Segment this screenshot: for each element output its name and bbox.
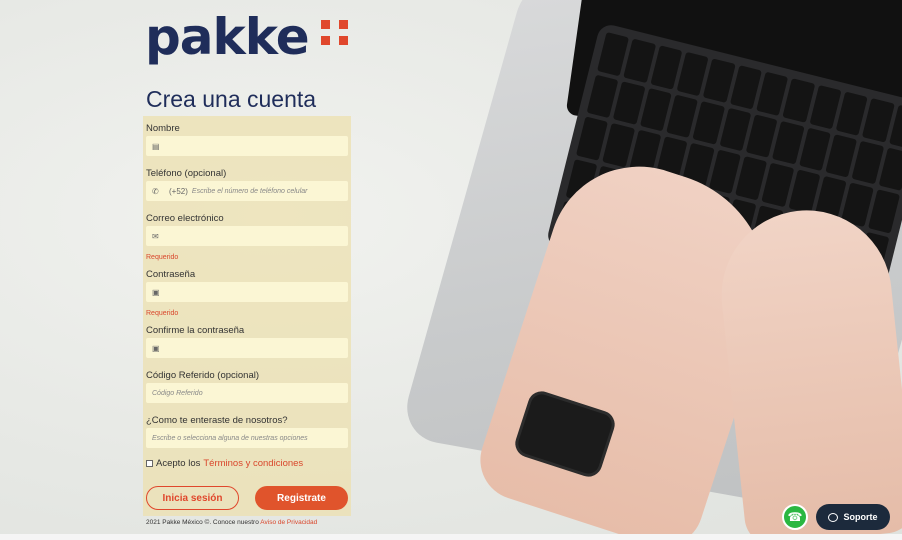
phone-field[interactable]: ✆ (+52) Escribe el número de teléfono ce… (146, 181, 348, 201)
page-bottom-strip (0, 534, 902, 540)
referral-placeholder: Código Referido (152, 389, 203, 397)
privacy-link[interactable]: Aviso de Privacidad (260, 519, 317, 526)
terms-text: Acepto los (156, 458, 201, 469)
referral-field[interactable]: Código Referido (146, 383, 348, 403)
logo-mark-icon (321, 20, 349, 48)
source-label: ¿Como te enteraste de nosotros? (146, 415, 288, 426)
whatsapp-icon[interactable]: ☎ (782, 504, 808, 530)
id-card-icon: ▤ (152, 141, 160, 151)
terms-checkbox[interactable] (146, 460, 153, 467)
phone-placeholder: Escribe el número de teléfono celular (191, 187, 308, 195)
phone-icon: ✆ (152, 186, 159, 196)
phone-label: Teléfono (opcional) (146, 168, 227, 179)
terms-row: Acepto los Términos y condiciones (146, 458, 303, 469)
pakke-logo: pakke (145, 8, 310, 66)
password-label: Contraseña (146, 269, 196, 280)
footer: 2021 Pakke México ©. Conoce nuestro Avis… (146, 519, 317, 526)
envelope-icon: ✉ (152, 231, 159, 241)
name-field[interactable]: ▤ (146, 136, 348, 156)
register-button[interactable]: Registrate (255, 486, 348, 510)
lock-icon: ▣ (152, 287, 160, 297)
terms-link[interactable]: Términos y condiciones (203, 458, 303, 469)
name-label: Nombre (146, 123, 180, 134)
lock-icon: ▣ (152, 343, 160, 353)
source-placeholder: Escribe o selecciona alguna de nuestras … (152, 434, 308, 442)
right-hand (713, 202, 902, 540)
footer-text: 2021 Pakke México ©. Conoce nuestro (146, 519, 259, 526)
page-title: Crea una cuenta (146, 86, 317, 112)
support-label: Soporte (843, 512, 878, 522)
referral-label: Código Referido (opcional) (146, 370, 260, 381)
password-field[interactable]: ▣ (146, 282, 348, 302)
password-required-text: Requerido (146, 310, 179, 317)
confirm-password-label: Confirme la contraseña (146, 325, 245, 336)
phone-prefix: (+52) (169, 186, 188, 196)
support-button[interactable]: Soporte (816, 504, 890, 530)
chat-bubble-icon (828, 512, 839, 522)
source-select[interactable]: Escribe o selecciona alguna de nuestras … (146, 428, 348, 448)
login-button[interactable]: Inicia sesión (146, 486, 239, 510)
email-label: Correo electrónico (146, 213, 224, 224)
email-field[interactable]: ✉ (146, 226, 348, 246)
background-photo (0, 0, 902, 540)
confirm-password-field[interactable]: ▣ (146, 338, 348, 358)
email-required-text: Requerido (146, 254, 179, 261)
